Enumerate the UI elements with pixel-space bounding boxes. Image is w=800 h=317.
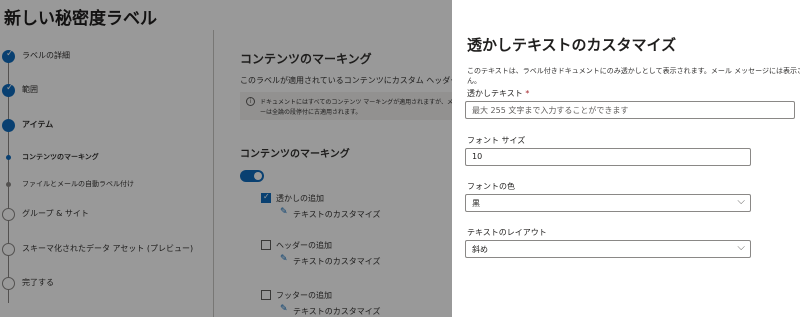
font-color-dropdown[interactable]: 黒 ⌵ [465,194,751,212]
watermark-text-placeholder: 最大 255 文字まで入力することができます [472,106,629,115]
font-size-input[interactable]: 10 [465,148,751,166]
required-mark: * [525,89,530,98]
chevron-down-icon: ⌵ [737,242,745,253]
watermark-text-input[interactable]: 最大 255 文字まで入力することができます [465,101,795,119]
font-size-value: 10 [472,152,483,161]
chevron-down-icon: ⌵ [737,196,745,207]
panel-description-line1: このテキストは、ラベル付きドキュメントにのみ透かしとして表示されます。メール メ… [467,67,800,75]
customize-watermark-panel: 透かしテキストのカスタマイズ このテキストは、ラベル付きドキュメントにのみ透かし… [452,0,800,317]
font-color-label: フォントの色 [467,182,515,191]
watermark-text-label: 透かしテキスト * [467,89,530,98]
text-layout-dropdown[interactable]: 斜め ⌵ [465,240,751,258]
text-layout-value: 斜め [472,245,488,254]
panel-description-line2: ん。 [467,77,481,85]
font-color-value: 黒 [472,199,480,208]
modal-overlay[interactable] [0,0,452,317]
text-layout-label: テキストのレイアウト [467,228,547,237]
font-size-label: フォント サイズ [467,136,526,145]
panel-title: 透かしテキストのカスタマイズ [467,36,677,54]
